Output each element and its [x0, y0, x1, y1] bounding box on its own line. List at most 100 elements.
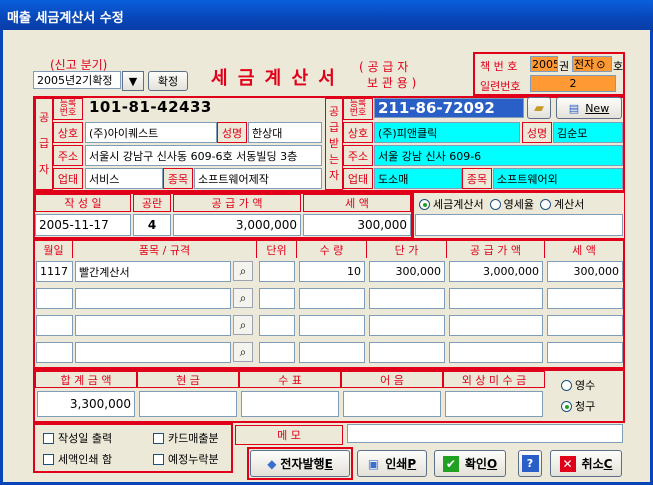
- serial-number-field[interactable]: 2: [530, 75, 616, 92]
- checkbox-print-date[interactable]: 작성일 출력: [43, 430, 112, 446]
- radio-tax-invoice[interactable]: 세금계산서: [419, 196, 484, 212]
- row1-date[interactable]: 1117: [36, 261, 73, 282]
- row2-date[interactable]: [36, 288, 73, 309]
- col-header-qty: 수 량: [297, 241, 367, 258]
- receivable-field[interactable]: [445, 391, 543, 417]
- period-select[interactable]: 2005년2기확정: [33, 71, 121, 89]
- blank-label: 공란: [133, 194, 171, 212]
- new-buyer-button[interactable]: ▤ New: [556, 97, 622, 119]
- bill-field[interactable]: [343, 391, 441, 417]
- supply-total-label: 공 급 가 액: [173, 194, 301, 212]
- supplier-side-label: 공 급 자: [35, 98, 53, 190]
- book-number-field[interactable]: 2005: [530, 56, 558, 72]
- invoice-subtitle-top: ( 공 급 자: [359, 60, 409, 74]
- print-button[interactable]: ▣ 인쇄 P: [357, 450, 427, 477]
- radio-zero-rate[interactable]: 영세율: [489, 196, 534, 212]
- row3-date[interactable]: [36, 315, 73, 336]
- buyer-biz-field[interactable]: 도소매: [374, 168, 462, 189]
- cancel-button[interactable]: ✕ 취소 C: [550, 450, 622, 477]
- memo-label: 메 모: [235, 425, 343, 445]
- row3-price[interactable]: [369, 315, 445, 336]
- e-issue-icon: ◆: [267, 456, 277, 471]
- supplier-addr-label: 주소: [53, 145, 83, 166]
- row2-item[interactable]: [75, 288, 231, 309]
- buyer-rep-field[interactable]: 김순모: [553, 122, 623, 143]
- row2-search-button[interactable]: ⌕: [233, 288, 253, 308]
- ok-button[interactable]: ✔ 확인 O: [434, 450, 506, 477]
- window-title-bar[interactable]: 매출 세금계산서 수정: [0, 0, 653, 30]
- row1-item[interactable]: 빨간계산서: [75, 261, 231, 282]
- col-header-item: 품목 / 규격: [73, 241, 257, 258]
- checkbox-icon: [43, 432, 54, 444]
- radio-claim[interactable]: 청구: [561, 398, 595, 414]
- row4-search-button[interactable]: ⌕: [233, 342, 253, 362]
- supplier-rep-field[interactable]: 한상대: [248, 122, 322, 143]
- row3-qty[interactable]: [299, 315, 365, 336]
- supplier-addr-field[interactable]: 서울시 강남구 신사동 609-6호 서동빌딩 3층: [85, 145, 322, 166]
- row2-supply[interactable]: [449, 288, 543, 309]
- row3-supply[interactable]: [449, 315, 543, 336]
- row1-supply[interactable]: 3,000,000: [449, 261, 543, 282]
- supplier-name-field[interactable]: (주)아이퀘스트: [85, 122, 217, 143]
- confirm-period-button[interactable]: 확정: [148, 71, 188, 91]
- open-folder-button[interactable]: ▰: [527, 97, 551, 119]
- row2-qty[interactable]: [299, 288, 365, 309]
- row4-unit[interactable]: [259, 342, 295, 363]
- row3-item[interactable]: [75, 315, 231, 336]
- date-field[interactable]: 2005-11-17: [35, 214, 131, 236]
- buyer-reg-no-field[interactable]: 211-86-72092: [374, 98, 524, 118]
- row3-search-button[interactable]: ⌕: [233, 315, 253, 335]
- buyer-rep-label: 성명: [522, 122, 552, 143]
- book-unit-gwon: 권: [559, 60, 570, 73]
- row4-date[interactable]: [36, 342, 73, 363]
- row2-unit[interactable]: [259, 288, 295, 309]
- row1-tax[interactable]: 300,000: [547, 261, 623, 282]
- buyer-item-field[interactable]: 소프트웨어외: [493, 168, 623, 189]
- check-field[interactable]: [241, 391, 339, 417]
- search-icon: ⌕: [239, 317, 247, 332]
- book-number-label: 책 번 호: [480, 60, 518, 73]
- invoice-subtitle-bottom: 보 관 용 ): [367, 76, 417, 90]
- period-dropdown-button[interactable]: ▼: [122, 71, 144, 91]
- cash-field[interactable]: [139, 391, 237, 417]
- row2-tax[interactable]: [547, 288, 623, 309]
- search-icon: ⌕: [239, 263, 247, 278]
- radio-selected-icon: [419, 198, 430, 210]
- buyer-side-label: 공 급 받 는 자: [325, 98, 343, 190]
- row4-item[interactable]: [75, 342, 231, 363]
- row4-supply[interactable]: [449, 342, 543, 363]
- row4-qty[interactable]: [299, 342, 365, 363]
- row2-price[interactable]: [369, 288, 445, 309]
- supplier-reg-label: 등록 번호: [53, 98, 83, 120]
- checkbox-tax-print[interactable]: 세액인쇄 함: [43, 451, 112, 467]
- checkbox-card-sales[interactable]: 카드매출분: [153, 430, 219, 446]
- row1-search-button[interactable]: ⌕: [233, 261, 253, 281]
- date-label: 작 성 일: [35, 194, 131, 212]
- total-amount-label: 합 계 금 액: [35, 371, 137, 388]
- help-button[interactable]: ?: [518, 450, 542, 477]
- e-issue-button[interactable]: ◆ 전자발행 E: [250, 450, 350, 477]
- memo-field[interactable]: [347, 424, 623, 443]
- row1-qty[interactable]: 10: [299, 261, 365, 282]
- buyer-name-field[interactable]: (주)피앤클릭: [374, 122, 520, 143]
- row3-unit[interactable]: [259, 315, 295, 336]
- chevron-down-icon: ▼: [128, 74, 138, 88]
- buyer-addr-field[interactable]: 서울 강남 신사 609-6: [374, 145, 623, 166]
- supplier-item-field[interactable]: 소프트웨어제작: [194, 168, 322, 189]
- row3-tax[interactable]: [547, 315, 623, 336]
- supplier-biz-field[interactable]: 서비스: [85, 168, 163, 189]
- col-header-price: 단 가: [367, 241, 447, 258]
- row1-price[interactable]: 300,000: [369, 261, 445, 282]
- row4-price[interactable]: [369, 342, 445, 363]
- issue-type-field[interactable]: 전자 ⊙: [572, 56, 612, 72]
- row4-tax[interactable]: [547, 342, 623, 363]
- row1-unit[interactable]: [259, 261, 295, 282]
- radio-invoice[interactable]: 계산서: [539, 196, 584, 212]
- supplier-biz-label: 업태: [53, 168, 83, 189]
- search-icon: ⌕: [239, 290, 247, 305]
- radio-receipt[interactable]: 영수: [561, 377, 595, 393]
- radio-icon: [561, 379, 572, 391]
- serial-number-label: 일련번호: [480, 80, 521, 93]
- radio-selected-icon: [561, 400, 572, 412]
- checkbox-planned-missing[interactable]: 예정누락분: [153, 451, 219, 467]
